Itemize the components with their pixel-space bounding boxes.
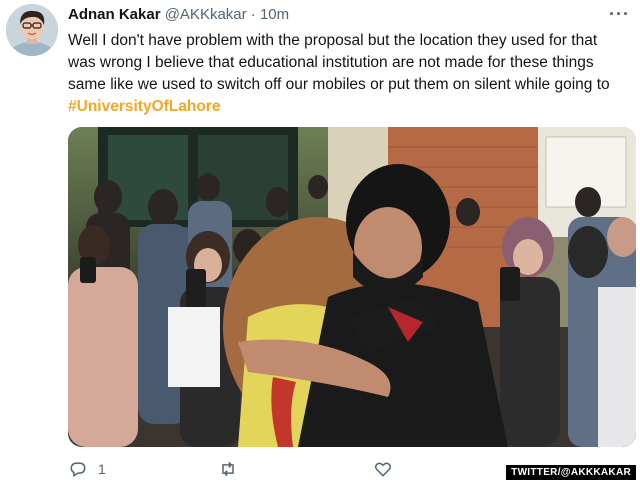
tweet-actions: 1 <box>68 457 488 483</box>
author-handle[interactable]: @AKKkakar <box>165 6 247 23</box>
photo-scene <box>68 127 636 447</box>
tweet-timestamp[interactable]: 10m <box>260 6 289 23</box>
retweet-icon <box>222 461 234 477</box>
avatar-image <box>6 4 58 56</box>
watermark: TWITTER/@AKKKAKAR <box>506 465 636 480</box>
retweet-button[interactable] <box>218 459 248 479</box>
reply-icon <box>70 462 86 477</box>
avatar[interactable] <box>6 4 58 56</box>
heart-icon <box>374 462 392 477</box>
author-name[interactable]: Adnan Kakar <box>68 6 161 23</box>
like-button[interactable] <box>373 459 403 479</box>
tweet-text-body: Well I don't have problem with the propo… <box>68 32 610 93</box>
hashtag-link[interactable]: #UniversityOfLahore <box>68 98 220 115</box>
reply-count: 1 <box>98 461 106 477</box>
tweet-photo[interactable] <box>68 127 636 447</box>
more-icon[interactable]: ··· <box>609 4 630 25</box>
separator-dot: · <box>250 6 256 23</box>
tweet-header: Adnan Kakar @AKKkakar · 10m <box>68 6 289 23</box>
reply-button[interactable]: 1 <box>68 459 106 479</box>
tweet-text: Well I don't have problem with the propo… <box>68 30 628 118</box>
